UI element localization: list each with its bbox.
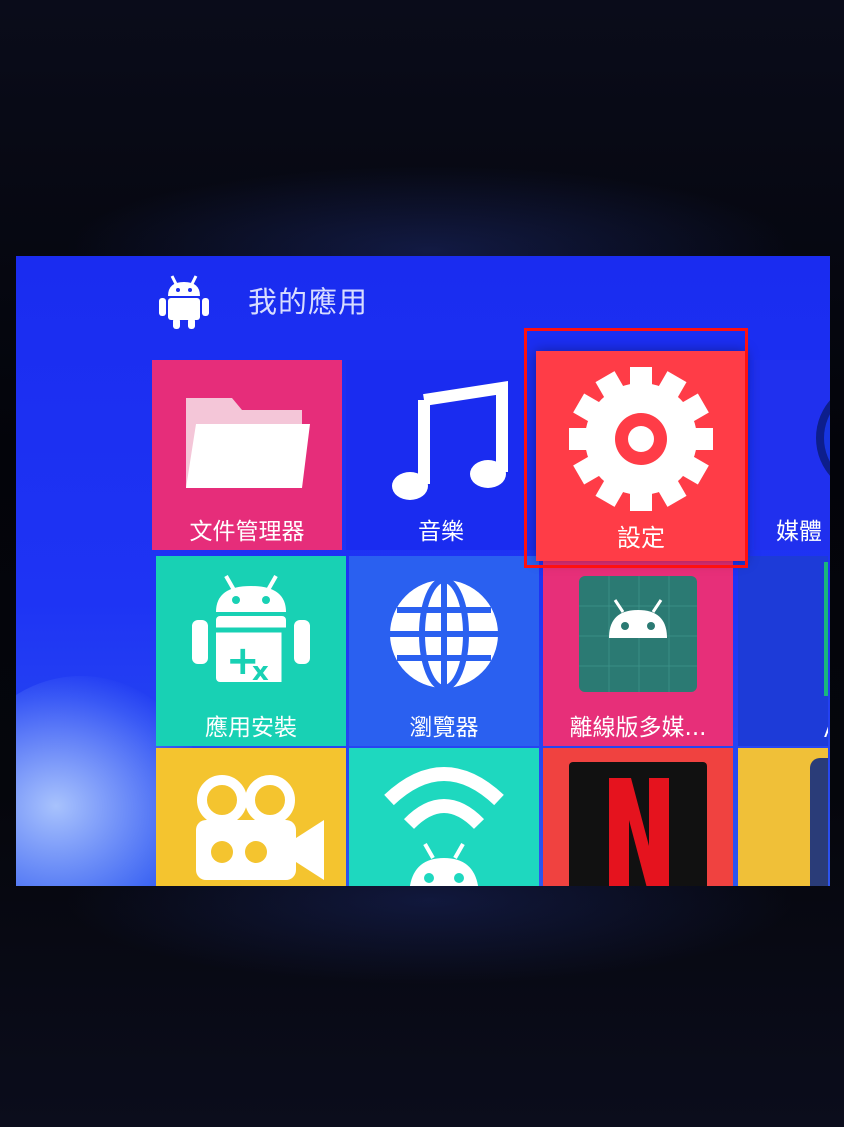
app-label: 音樂 bbox=[418, 519, 464, 545]
selection-highlight bbox=[524, 328, 748, 568]
app-label: 應用安裝 bbox=[205, 715, 297, 741]
page-title: 我的應用 bbox=[248, 285, 369, 319]
android-icon bbox=[159, 275, 209, 329]
app-sublabel: AT bbox=[824, 718, 828, 742]
video-camera-icon bbox=[196, 775, 324, 880]
app-label: 離線版多媒... bbox=[569, 715, 707, 741]
app-tile-browser[interactable]: 瀏覽器 bbox=[349, 556, 539, 746]
android-wifi-icon bbox=[384, 767, 504, 886]
tv-badge-icon: T 推薦 bbox=[824, 562, 828, 696]
app-tile-file-manager[interactable]: 文件管理器 bbox=[152, 360, 342, 550]
globe-icon bbox=[390, 577, 498, 691]
svg-text:x: x bbox=[252, 657, 269, 687]
app-tile-netflix[interactable] bbox=[543, 748, 733, 886]
app-tile-music[interactable]: 音樂 bbox=[346, 360, 536, 550]
folder-icon bbox=[186, 398, 310, 488]
apps-header: 我的應用 bbox=[156, 270, 368, 330]
net-app-icon bbox=[810, 758, 828, 886]
android-installer-icon: + x bbox=[192, 575, 310, 691]
app-tile-app-install[interactable]: + x 應用安裝 bbox=[156, 556, 346, 746]
app-tile-video[interactable] bbox=[156, 748, 346, 886]
app-label: 瀏覽器 bbox=[409, 715, 479, 741]
app-tile-offline-media[interactable]: 離線版多媒... bbox=[543, 556, 733, 746]
app-label: 文件管理器 bbox=[189, 519, 305, 545]
app-tile-media[interactable]: 媒體 bbox=[754, 360, 830, 550]
app-tile-net[interactable]: net bbox=[738, 748, 828, 886]
app-tile-wifi[interactable] bbox=[349, 748, 539, 886]
netflix-icon bbox=[569, 762, 707, 886]
app-tile-recommend[interactable]: T 推薦 AT bbox=[738, 556, 828, 746]
media-player-icon bbox=[816, 400, 830, 476]
app-label: 媒體 bbox=[776, 519, 822, 545]
android-app-icon bbox=[579, 576, 697, 692]
music-note-icon bbox=[392, 381, 508, 500]
